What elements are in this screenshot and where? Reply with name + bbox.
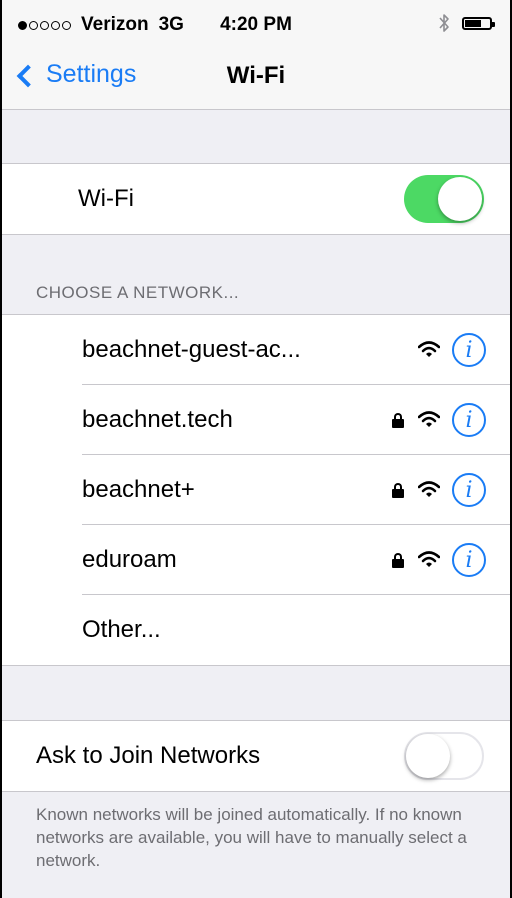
info-icon[interactable]: i — [452, 473, 486, 507]
network-name: beachnet.tech — [82, 406, 233, 433]
wifi-signal-icon — [418, 411, 440, 427]
info-icon[interactable]: i — [452, 543, 486, 577]
info-icon[interactable]: i — [452, 403, 486, 437]
other-network-row[interactable]: Other... — [2, 595, 510, 665]
wifi-toggle-group: Wi-Fi — [2, 163, 510, 235]
lock-icon — [392, 553, 404, 568]
phone-screen: Verizon 3G 4:20 PM Settings Wi-Fi Wi-Fi — [0, 0, 512, 898]
wifi-signal-icon — [418, 551, 440, 567]
wifi-toggle-row: Wi-Fi — [2, 164, 510, 234]
bluetooth-icon — [439, 14, 449, 32]
info-icon[interactable]: i — [452, 333, 486, 367]
ask-to-join-row: Ask to Join Networks — [2, 721, 510, 791]
network-row[interactable]: beachnet+ i — [2, 455, 510, 525]
network-row[interactable]: eduroam i — [2, 525, 510, 595]
battery-icon — [462, 16, 495, 30]
other-network-label: Other... — [82, 616, 161, 643]
status-bar: Verizon 3G 4:20 PM — [2, 0, 510, 44]
ask-to-join-footer: Known networks will be joined automatica… — [36, 805, 467, 870]
network-list: beachnet-guest-ac... i beachnet.tech i b… — [2, 314, 510, 666]
network-row[interactable]: beachnet-guest-ac... i — [2, 315, 510, 385]
page-title: Wi-Fi — [226, 62, 286, 89]
wifi-signal-icon — [418, 481, 440, 497]
ask-to-join-switch[interactable] — [404, 732, 484, 780]
wifi-signal-icon — [418, 341, 440, 357]
wifi-toggle-label: Wi-Fi — [78, 185, 134, 212]
network-name: beachnet+ — [82, 476, 195, 503]
clock: 4:20 PM — [220, 14, 292, 35]
network-name: eduroam — [82, 546, 177, 573]
navigation-bar: Settings Wi-Fi — [2, 44, 510, 110]
wifi-toggle-switch[interactable] — [404, 175, 484, 223]
lock-icon — [392, 483, 404, 498]
network-row[interactable]: beachnet.tech i — [2, 385, 510, 455]
section-header-choose-network: CHOOSE A NETWORK... — [36, 283, 240, 302]
lock-icon — [392, 413, 404, 428]
network-name: beachnet-guest-ac... — [82, 336, 301, 363]
ask-to-join-group: Ask to Join Networks — [2, 720, 510, 792]
ask-to-join-label: Ask to Join Networks — [36, 742, 261, 769]
